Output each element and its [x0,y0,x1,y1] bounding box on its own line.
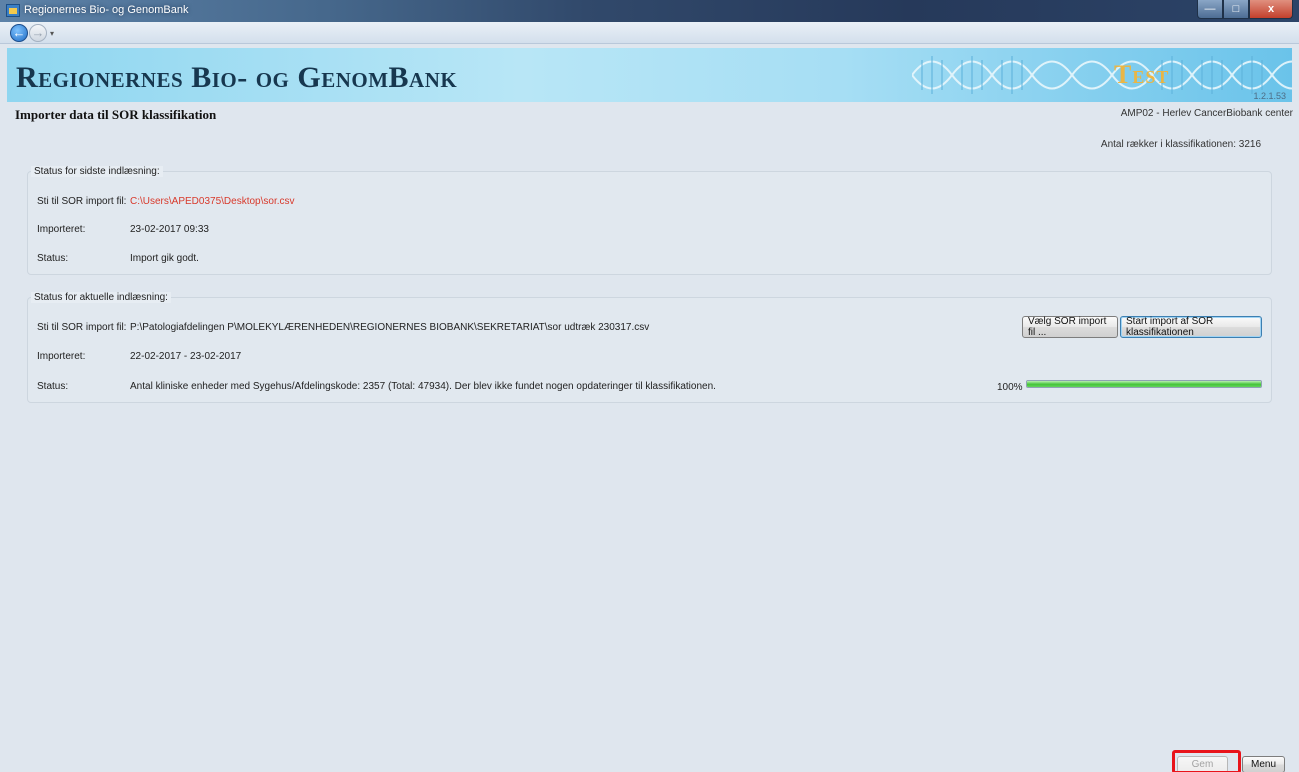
last-imported-value: 23-02-2017 09:33 [130,224,209,235]
minimize-button[interactable]: — [1197,0,1223,19]
current-status-label: Status: [37,381,69,392]
progress-fill [1027,381,1261,387]
version-label: 1.2.1.53 [1253,91,1286,101]
save-button-highlight [1172,750,1241,772]
app-icon [6,4,20,17]
window-title: Regionernes Bio- og GenomBank [24,4,189,16]
page-title: Importer data til SOR klassifikation [15,107,217,122]
current-imported-label: Importeret: [37,351,86,362]
current-imported-value: 22-02-2017 - 23-02-2017 [130,351,242,362]
forward-button[interactable]: → [29,24,47,42]
maximize-button[interactable]: □ [1223,0,1249,19]
window-title-bar: Regionernes Bio- og GenomBank — □ x [0,0,1299,22]
row-count-label: Antal rækker i klassifikationen: 3216 [1100,139,1261,150]
last-path-label: Sti til SOR import fil: [37,196,127,207]
last-status-value: Import gik godt. [130,253,199,264]
progress-percent: 100% [997,382,1023,393]
current-import-legend: Status for aktuelle indlæsning: [31,292,171,303]
close-button[interactable]: x [1249,0,1293,19]
center-label: AMP02 - Herlev CancerBiobank center [1120,108,1293,119]
last-path-value: C:\Users\APED0375\Desktop\sor.csv [130,196,295,207]
back-button[interactable]: ← [10,24,28,42]
current-path-value: P:\Patologiafdelingen P\MOLEKYLÆRENHEDEN… [130,322,650,333]
current-path-label: Sti til SOR import fil: [37,322,127,333]
last-import-legend: Status for sidste indlæsning: [31,166,163,177]
history-dropdown-icon[interactable]: ▾ [50,29,54,38]
import-progress-bar [1026,380,1262,388]
current-status-value: Antal kliniske enheder med Sygehus/Afdel… [130,381,716,392]
start-import-button[interactable]: Start import af SOR klassifikationen [1120,316,1262,338]
last-status-label: Status: [37,253,69,264]
dna-helix-graphic [912,56,1292,94]
last-imported-label: Importeret: [37,224,86,235]
window-controls: — □ x [1197,0,1293,19]
menu-button[interactable]: Menu [1242,756,1285,772]
brand-title: Regionernes Bio- og GenomBank [16,61,458,94]
choose-import-file-button[interactable]: Vælg SOR import fil ... [1022,316,1118,338]
app-banner: Regionernes Bio- og GenomBank Test 1.2.1… [7,48,1292,102]
last-import-group [27,171,1272,275]
test-environment-mark: Test [1114,60,1170,89]
navigation-bar: ← → ▾ [0,22,1299,44]
